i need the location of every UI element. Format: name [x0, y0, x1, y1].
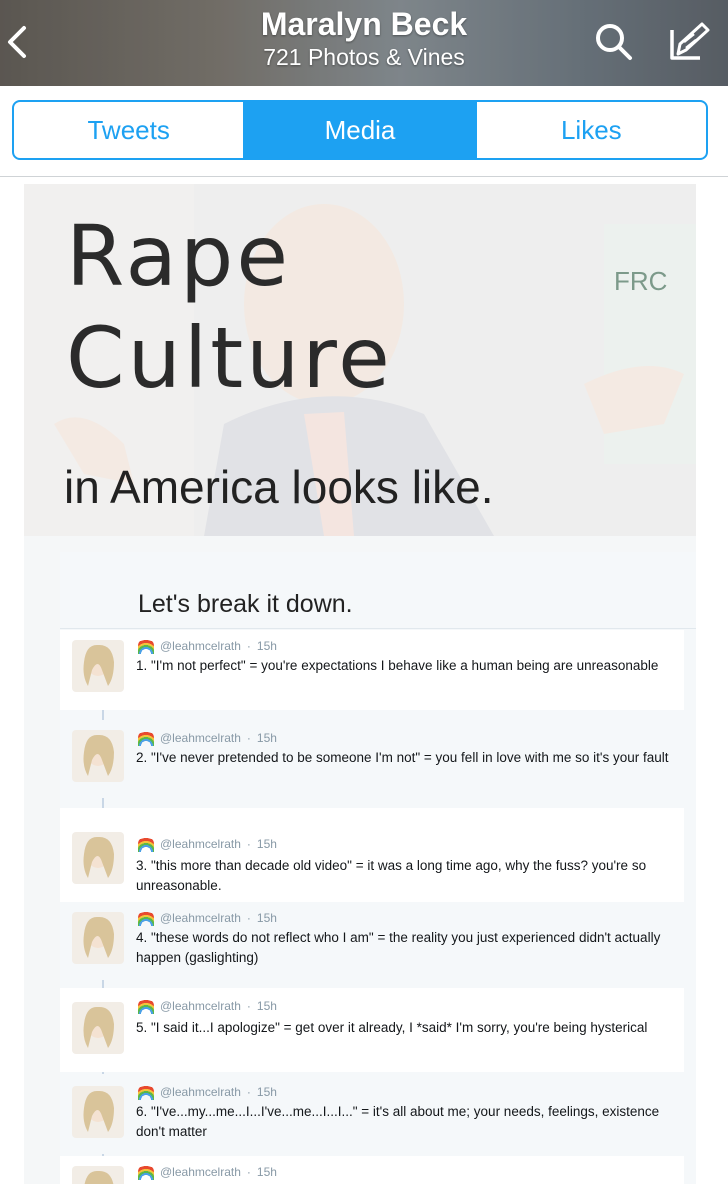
profile-tabs: Tweets Media Likes — [12, 100, 708, 160]
tweet-thread-screenshot: Let's break it down. @leahmcelrath · 15h 1… — [60, 552, 696, 1184]
avatar — [72, 832, 124, 884]
background-sign: FRC — [614, 266, 668, 296]
media-image[interactable]: FRC Rape Culture in America looks like. … — [24, 184, 696, 1184]
tweet-time: 15h — [256, 999, 277, 1013]
thread-header: Let's break it down. — [60, 552, 696, 629]
tweet-text: 3. "this more than decade old video" = i… — [136, 858, 647, 893]
rainbow-icon — [138, 730, 154, 746]
meta-dot: · — [246, 837, 251, 851]
meta-dot: · — [246, 639, 251, 653]
tab-media[interactable]: Media — [243, 102, 475, 158]
rainbow-icon — [138, 836, 154, 852]
rainbow-icon — [138, 638, 154, 654]
tweet-handle: @leahmcelrath — [160, 1165, 241, 1179]
avatar — [72, 1166, 124, 1184]
tweet-handle: @leahmcelrath — [160, 731, 241, 745]
tweet-meta: @leahmcelrath · 15h — [138, 910, 277, 926]
profile-header: Maralyn Beck 721 Photos & Vines — [0, 0, 728, 86]
banner-line-1: Rape — [66, 207, 291, 305]
tweet-time: 15h — [256, 731, 277, 745]
compose-icon[interactable] — [664, 20, 712, 64]
rainbow-icon — [138, 998, 154, 1014]
tweet-handle: @leahmcelrath — [160, 911, 241, 925]
tweet-meta: @leahmcelrath · 15h — [138, 1164, 277, 1180]
tweet-text: 2. "I've never pretended to be someone I… — [136, 750, 669, 765]
tweet-meta: @leahmcelrath · 15h — [138, 1084, 277, 1100]
tweet-handle: @leahmcelrath — [160, 837, 241, 851]
tweet-handle: @leahmcelrath — [160, 639, 241, 653]
avatar — [72, 1002, 124, 1054]
avatar — [72, 1086, 124, 1138]
tweet-text: 4. "these words do not reflect who I am"… — [136, 930, 661, 965]
tab-tweets[interactable]: Tweets — [14, 102, 243, 158]
rainbow-icon — [138, 910, 154, 926]
tweet-time: 15h — [256, 837, 277, 851]
meta-dot: · — [246, 731, 251, 745]
search-icon[interactable] — [592, 20, 636, 64]
rainbow-icon — [138, 1084, 154, 1100]
tweet-time: 15h — [256, 1085, 277, 1099]
tweet-7: @leahmcelrath · 15h — [60, 1156, 684, 1184]
rainbow-icon — [138, 1164, 154, 1180]
banner-line-3: in America looks like. — [64, 461, 494, 513]
meta-dot: · — [246, 1165, 251, 1179]
tweet-time: 15h — [256, 1165, 277, 1179]
tweet-text: 6. "I've...my...me...I...I've...me...I..… — [136, 1104, 660, 1139]
tweet-1: @leahmcelrath · 15h 1. "I'm not perfect" =… — [60, 630, 684, 710]
meta-dot: · — [246, 1085, 251, 1099]
tweet-time: 15h — [256, 639, 277, 653]
tweet-time: 15h — [256, 911, 277, 925]
tweet-handle: @leahmcelrath — [160, 1085, 241, 1099]
tab-likes[interactable]: Likes — [474, 102, 706, 158]
meme-banner: FRC Rape Culture in America looks like. — [24, 184, 696, 536]
header-divider — [0, 176, 728, 177]
meta-dot: · — [246, 911, 251, 925]
banner-line-2: Culture — [66, 309, 393, 407]
tweet-3: @leahmcelrath · 15h 3. "this more than dec… — [60, 808, 684, 902]
tweet-handle: @leahmcelrath — [160, 999, 241, 1013]
tweet-text: 1. "I'm not perfect" = you're expectatio… — [136, 658, 659, 673]
meta-dot: · — [246, 999, 251, 1013]
tweet-meta: @leahmcelrath · 15h — [138, 730, 277, 746]
tweet-meta: @leahmcelrath · 15h — [138, 998, 277, 1014]
tweet-4: @leahmcelrath · 15h 4. "these words do not… — [60, 902, 684, 980]
tweet-text: 5. "I said it...I apologize" = get over … — [136, 1020, 648, 1035]
tweet-2: @leahmcelrath · 15h 2. "I've never pretend… — [60, 720, 684, 798]
avatar — [72, 640, 124, 692]
avatar — [72, 730, 124, 782]
tweet-meta: @leahmcelrath · 15h — [138, 638, 277, 654]
thread-heading: Let's break it down. — [138, 590, 353, 618]
avatar — [72, 912, 124, 964]
tweet-meta: @leahmcelrath · 15h — [138, 836, 277, 852]
tweet-6: @leahmcelrath · 15h 6. "I've...my...me...I… — [60, 1074, 684, 1154]
tweet-5: @leahmcelrath · 15h 5. "I said it...I apol… — [60, 988, 684, 1072]
